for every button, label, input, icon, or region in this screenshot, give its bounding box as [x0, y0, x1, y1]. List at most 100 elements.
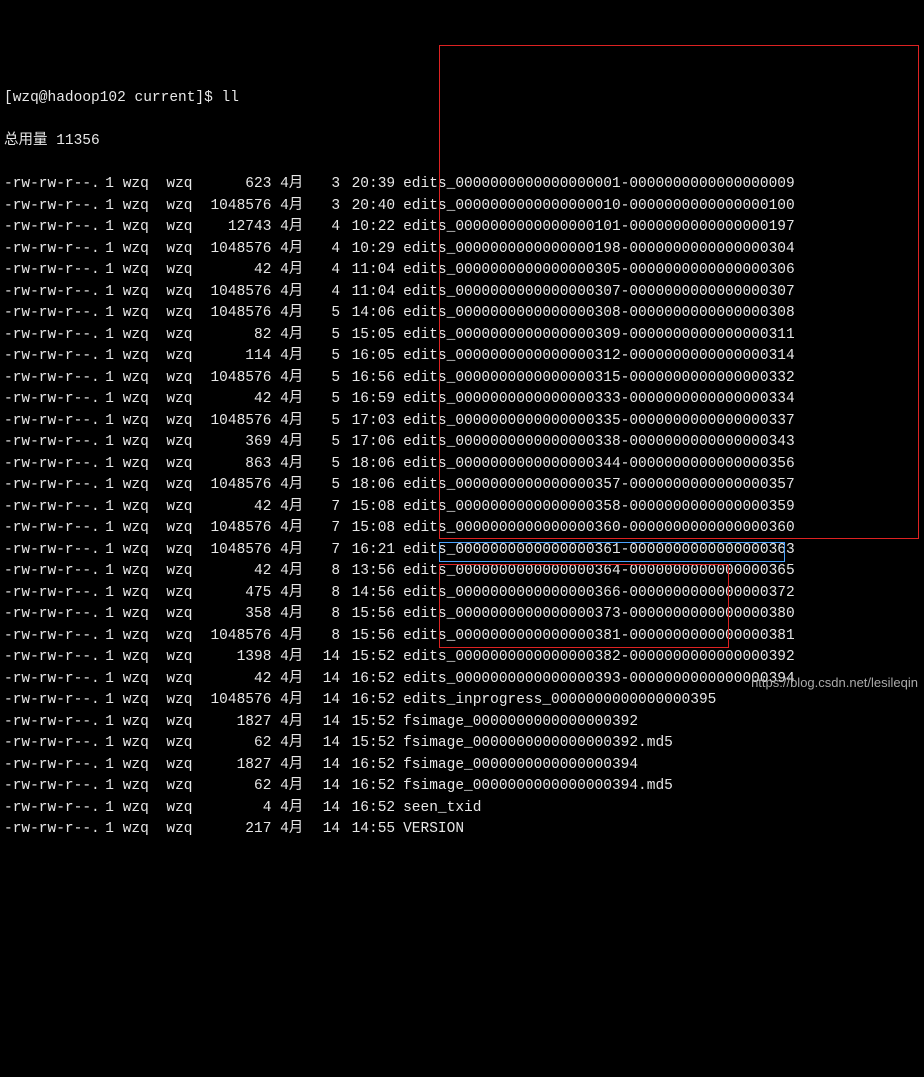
time: 14:55	[340, 819, 395, 841]
file-size: 1048576	[201, 282, 271, 304]
file-name: edits_0000000000000000366-00000000000000…	[395, 583, 795, 605]
list-item: -rw-rw-r--.1 wzq wzq62 4月1416:52fsimage_…	[4, 776, 920, 798]
day: 14	[315, 755, 340, 777]
month: 4月	[280, 411, 315, 433]
link-count: 1	[99, 282, 114, 304]
time: 15:52	[340, 712, 395, 734]
permissions: -rw-rw-r--.	[4, 669, 99, 691]
time: 15:08	[340, 518, 395, 540]
permissions: -rw-rw-r--.	[4, 368, 99, 390]
link-count: 1	[99, 368, 114, 390]
permissions: -rw-rw-r--.	[4, 432, 99, 454]
permissions: -rw-rw-r--.	[4, 282, 99, 304]
file-size: 358	[201, 604, 271, 626]
month: 4月	[280, 798, 315, 820]
link-count: 1	[99, 239, 114, 261]
file-size: 1048576	[201, 626, 271, 648]
day: 14	[315, 669, 340, 691]
list-item: -rw-rw-r--.1 wzq wzq4 4月1416:52seen_txid	[4, 798, 920, 820]
list-item: -rw-rw-r--.1 wzq wzq1048576 4月411:04edit…	[4, 282, 920, 304]
group: wzq	[166, 626, 201, 648]
link-count: 1	[99, 776, 114, 798]
permissions: -rw-rw-r--.	[4, 346, 99, 368]
time: 16:52	[340, 690, 395, 712]
month: 4月	[280, 282, 315, 304]
owner: wzq	[123, 325, 158, 347]
group: wzq	[166, 712, 201, 734]
link-count: 1	[99, 583, 114, 605]
file-name: edits_0000000000000000309-00000000000000…	[395, 325, 795, 347]
permissions: -rw-rw-r--.	[4, 561, 99, 583]
file-name: edits_0000000000000000101-00000000000000…	[395, 217, 795, 239]
owner: wzq	[123, 583, 158, 605]
day: 5	[315, 454, 340, 476]
time: 15:52	[340, 733, 395, 755]
group: wzq	[166, 303, 201, 325]
permissions: -rw-rw-r--.	[4, 798, 99, 820]
list-item: -rw-rw-r--.1 wzq wzq623 4月320:39edits_00…	[4, 174, 920, 196]
day: 7	[315, 540, 340, 562]
day: 8	[315, 626, 340, 648]
time: 11:04	[340, 260, 395, 282]
day: 5	[315, 411, 340, 433]
day: 14	[315, 712, 340, 734]
file-size: 1048576	[201, 368, 271, 390]
list-item: -rw-rw-r--.1 wzq wzq358 4月815:56edits_00…	[4, 604, 920, 626]
time: 11:04	[340, 282, 395, 304]
file-name: edits_inprogress_0000000000000000395	[395, 690, 716, 712]
day: 3	[315, 174, 340, 196]
list-item: -rw-rw-r--.1 wzq wzq1048576 4月410:29edit…	[4, 239, 920, 261]
time: 16:21	[340, 540, 395, 562]
group: wzq	[166, 368, 201, 390]
owner: wzq	[123, 432, 158, 454]
permissions: -rw-rw-r--.	[4, 647, 99, 669]
terminal-prompt-line[interactable]: [wzq@hadoop102 current]$ ll	[4, 88, 920, 110]
month: 4月	[280, 325, 315, 347]
file-name: edits_0000000000000000393-00000000000000…	[395, 669, 795, 691]
list-item: -rw-rw-r--.1 wzq wzq1048576 4月517:03edit…	[4, 411, 920, 433]
group: wzq	[166, 389, 201, 411]
file-size: 369	[201, 432, 271, 454]
link-count: 1	[99, 819, 114, 841]
month: 4月	[280, 626, 315, 648]
month: 4月	[280, 497, 315, 519]
file-name: edits_0000000000000000010-00000000000000…	[395, 196, 795, 218]
time: 17:03	[340, 411, 395, 433]
file-size: 1398	[201, 647, 271, 669]
owner: wzq	[123, 540, 158, 562]
group: wzq	[166, 260, 201, 282]
month: 4月	[280, 303, 315, 325]
day: 3	[315, 196, 340, 218]
owner: wzq	[123, 798, 158, 820]
link-count: 1	[99, 733, 114, 755]
day: 5	[315, 475, 340, 497]
owner: wzq	[123, 303, 158, 325]
day: 7	[315, 518, 340, 540]
link-count: 1	[99, 604, 114, 626]
permissions: -rw-rw-r--.	[4, 325, 99, 347]
permissions: -rw-rw-r--.	[4, 690, 99, 712]
link-count: 1	[99, 260, 114, 282]
link-count: 1	[99, 475, 114, 497]
owner: wzq	[123, 239, 158, 261]
list-item: -rw-rw-r--.1 wzq wzq1048576 4月514:06edit…	[4, 303, 920, 325]
total-line: 总用量 11356	[4, 131, 920, 153]
owner: wzq	[123, 647, 158, 669]
time: 14:56	[340, 583, 395, 605]
time: 16:52	[340, 776, 395, 798]
time: 18:06	[340, 454, 395, 476]
time: 15:08	[340, 497, 395, 519]
permissions: -rw-rw-r--.	[4, 733, 99, 755]
owner: wzq	[123, 475, 158, 497]
list-item: -rw-rw-r--.1 wzq wzq369 4月517:06edits_00…	[4, 432, 920, 454]
link-count: 1	[99, 540, 114, 562]
file-size: 1048576	[201, 239, 271, 261]
list-item: -rw-rw-r--.1 wzq wzq1827 4月1416:52fsimag…	[4, 755, 920, 777]
list-item: -rw-rw-r--.1 wzq wzq82 4月515:05edits_000…	[4, 325, 920, 347]
file-size: 62	[201, 776, 271, 798]
time: 13:56	[340, 561, 395, 583]
owner: wzq	[123, 604, 158, 626]
file-name: edits_0000000000000000360-00000000000000…	[395, 518, 795, 540]
day: 14	[315, 819, 340, 841]
time: 18:06	[340, 475, 395, 497]
